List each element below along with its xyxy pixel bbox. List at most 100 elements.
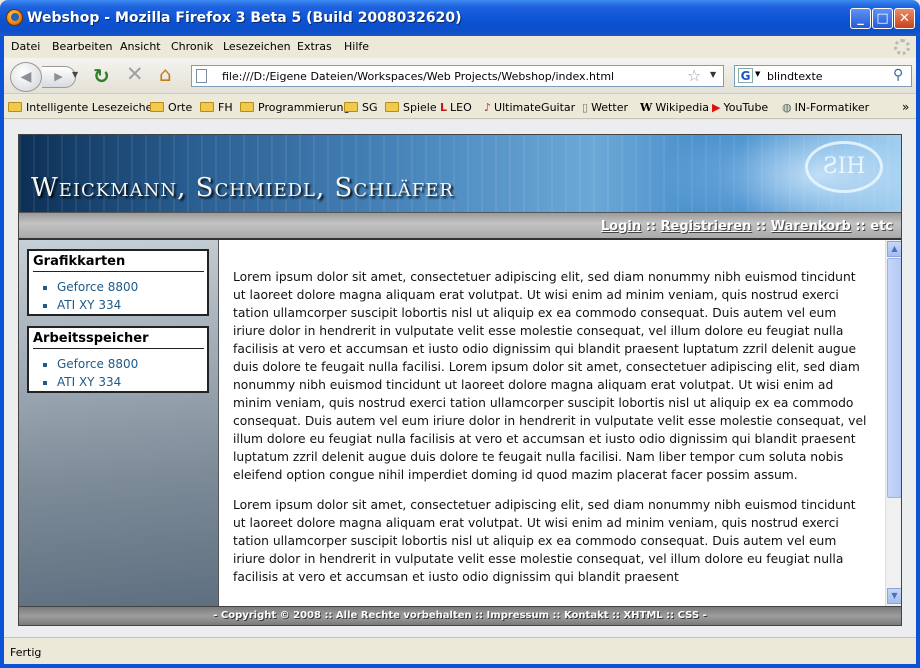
nav-separator: ::	[641, 219, 661, 234]
status-bar: Fertig	[4, 637, 916, 664]
url-dropdown-icon[interactable]: ▼	[710, 70, 716, 79]
folder-icon	[200, 102, 214, 112]
activity-throbber-icon	[894, 39, 910, 55]
top-navigation: Login :: Registrieren :: Warenkorb :: et…	[19, 212, 901, 240]
history-dropdown-icon[interactable]: ▼	[72, 70, 78, 79]
home-icon[interactable]: ⌂	[159, 62, 172, 86]
bookmark-in-formatiker[interactable]: ◍ IN-Formatiker	[782, 101, 869, 114]
bookmark-intelligente-lesezeichen[interactable]: Intelligente Lesezeichen	[8, 101, 159, 114]
bookmark-programmierung[interactable]: Programmierung	[240, 101, 350, 114]
bookmark-label: LEO	[450, 101, 472, 114]
bookmark-label: Intelligente Lesezeichen	[26, 101, 160, 114]
close-button[interactable]: ✕	[894, 8, 915, 29]
category-title: Arbeitsspeicher	[33, 331, 204, 349]
chevron-down-icon: ▼	[755, 70, 761, 78]
menu-lesezeichen[interactable]: Lesezeichen	[223, 40, 291, 53]
login-link[interactable]: Login	[601, 219, 641, 234]
guitar-icon: ♪	[484, 101, 492, 114]
folder-icon	[385, 102, 399, 112]
menu-ansicht[interactable]: Ansicht	[120, 40, 161, 53]
bookmark-wetter[interactable]: ▯ Wetter	[582, 101, 628, 114]
bookmark-label: Programmierung	[258, 101, 351, 114]
leo-icon: L	[440, 101, 448, 114]
search-input[interactable]: blindtexte	[767, 70, 823, 83]
category-link[interactable]: ATI XY 334	[57, 373, 204, 391]
menu-bearbeiten[interactable]: Bearbeiten	[52, 40, 112, 53]
cart-link[interactable]: Warenkorb	[771, 219, 851, 234]
main-text: Lorem ipsum dolor sit amet, consectetuer…	[233, 268, 869, 598]
status-text: Fertig	[10, 646, 42, 659]
bookmark-label: UltimateGuitar	[494, 101, 576, 114]
maximize-button[interactable]: □	[872, 8, 893, 29]
bookmark-wikipedia[interactable]: W Wikipedia	[640, 101, 709, 114]
bookmark-label: Wikipedia	[655, 101, 710, 114]
google-icon: G	[738, 68, 753, 83]
scrollbar-thumb[interactable]	[887, 258, 901, 498]
bookmark-spiele[interactable]: Spiele	[385, 101, 437, 114]
paragraph: Lorem ipsum dolor sit amet, consectetuer…	[233, 498, 856, 584]
search-icon[interactable]: ⚲	[893, 67, 903, 83]
bookmark-label: Spiele	[403, 101, 437, 114]
reload-icon[interactable]: ↻	[93, 64, 110, 88]
category-box-grafikkarten: Grafikkarten Geforce 8800 ATI XY 334	[27, 249, 209, 316]
youtube-icon: ▶	[712, 101, 721, 114]
firefox-icon	[6, 9, 23, 26]
nav-separator: ::	[850, 219, 871, 234]
site-title: Weickmann, Schmiedl, Schläfer	[31, 173, 454, 203]
menu-datei[interactable]: Datei	[11, 40, 40, 53]
vertical-scrollbar[interactable]: ▲ ▼	[885, 240, 901, 606]
bookmarks-toolbar: Intelligente Lesezeichen Orte FH Program…	[4, 95, 916, 119]
category-link[interactable]: Geforce 8800	[57, 278, 204, 296]
address-bar[interactable]: file:///D:/Eigene Dateien/Workspaces/Web…	[191, 65, 724, 87]
sidebar: Grafikkarten Geforce 8800 ATI XY 334 Arb…	[19, 240, 218, 606]
bookmark-label: IN-Formatiker	[794, 101, 870, 114]
globe-icon: ◍	[782, 101, 792, 114]
etc-text: etc	[870, 219, 893, 234]
site-banner: ƧIH Weickmann, Schmiedl, Schläfer	[19, 135, 901, 212]
menu-hilfe[interactable]: Hilfe	[344, 40, 369, 53]
window-title: Webshop - Mozilla Firefox 3 Beta 5 (Buil…	[27, 10, 462, 26]
bookmark-label: FH	[218, 101, 233, 114]
main-content: Lorem ipsum dolor sit amet, consectetuer…	[218, 240, 901, 606]
bookmark-youtube[interactable]: ▶ YouTube	[712, 101, 768, 114]
bookmark-leo[interactable]: L LEO	[440, 101, 472, 114]
menu-bar: Datei Bearbeiten Ansicht Chronik Lesezei…	[4, 36, 916, 58]
page-icon	[196, 69, 207, 83]
window-frame-right	[916, 36, 920, 668]
folder-icon	[8, 102, 22, 112]
scroll-down-icon[interactable]: ▼	[887, 588, 901, 604]
menu-extras[interactable]: Extras	[297, 40, 332, 53]
url-input[interactable]: file:///D:/Eigene Dateien/Workspaces/Web…	[222, 70, 614, 83]
top-nav-links: Login :: Registrieren :: Warenkorb :: et…	[601, 219, 893, 234]
stop-icon[interactable]: ✕	[126, 62, 144, 86]
search-engine-selector[interactable]: G ▼	[736, 68, 764, 84]
folder-icon	[150, 102, 164, 112]
bookmark-orte[interactable]: Orte	[150, 101, 192, 114]
category-link[interactable]: ATI XY 334	[57, 296, 204, 314]
site-footer: - Copyright © 2008 :: Alle Rechte vorbeh…	[19, 606, 901, 625]
window-frame-bottom	[0, 664, 920, 668]
category-link[interactable]: Geforce 8800	[57, 355, 204, 373]
bookmark-label: YouTube	[723, 101, 769, 114]
back-button[interactable]: ◀	[10, 62, 42, 92]
scroll-up-icon[interactable]: ▲	[887, 241, 901, 257]
site-logo: ƧIH	[805, 141, 883, 193]
bookmark-star-icon[interactable]: ☆	[687, 66, 701, 85]
bookmark-ultimateguitar[interactable]: ♪ UltimateGuitar	[484, 101, 575, 114]
register-link[interactable]: Registrieren	[661, 219, 752, 234]
bookmarks-overflow-button[interactable]: »	[902, 100, 909, 114]
bookmark-label: Wetter	[591, 101, 628, 114]
nav-separator: ::	[751, 219, 771, 234]
webshop-page: ƧIH Weickmann, Schmiedl, Schläfer Login …	[18, 134, 902, 626]
window-titlebar[interactable]: Webshop - Mozilla Firefox 3 Beta 5 (Buil…	[0, 0, 920, 36]
category-title: Grafikkarten	[33, 254, 204, 272]
page-icon: ▯	[582, 101, 589, 114]
search-bar[interactable]: G ▼ blindtexte ⚲	[734, 65, 912, 87]
minimize-button[interactable]: _	[850, 8, 871, 29]
forward-button[interactable]: ▶	[42, 66, 76, 88]
bookmark-sg[interactable]: SG	[344, 101, 378, 114]
category-box-arbeitsspeicher: Arbeitsspeicher Geforce 8800 ATI XY 334	[27, 326, 209, 393]
menu-chronik[interactable]: Chronik	[171, 40, 213, 53]
bookmark-label: Orte	[168, 101, 193, 114]
bookmark-fh[interactable]: FH	[200, 101, 233, 114]
